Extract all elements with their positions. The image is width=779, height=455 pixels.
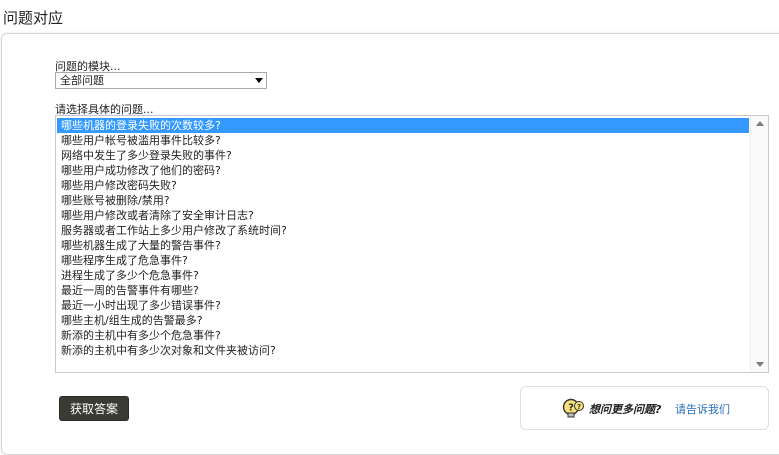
question-option[interactable]: 进程生成了多少个危急事件? [57,268,749,283]
question-list[interactable]: 哪些机器的登录失败的次数较多? 哪些用户帐号被滥用事件比较多? 网络中发生了多少登录… [55,115,769,373]
question-option[interactable]: 新添的主机中有多少次对象和文件夹被访问? [57,343,749,358]
question-option[interactable]: 哪些机器的登录失败的次数较多? [57,118,749,133]
more-questions-box: ? ? 想问更多问题? 请告诉我们 [520,386,769,430]
question-option[interactable]: 新添的主机中有多少个危急事件? [57,328,749,343]
module-select[interactable]: 全部问题 [55,72,267,89]
chevron-down-icon[interactable] [255,78,263,83]
question-option[interactable]: 最近一小时出现了多少错误事件? [57,298,749,313]
tell-us-link[interactable]: 请告诉我们 [675,401,730,417]
question-option[interactable]: 哪些用户修改密码失败? [57,178,749,193]
question-option[interactable]: 最近一周的告警事件有哪些? [57,283,749,298]
page-title: 问题对应 [3,9,64,27]
question-option[interactable]: 服务器或者工作站上多少用户修改了系统时间? [57,223,749,238]
question-items: 哪些机器的登录失败的次数较多? 哪些用户帐号被滥用事件比较多? 网络中发生了多少登录… [57,118,749,358]
module-select-value: 全部问题 [60,74,104,87]
question-option[interactable]: 哪些主机/组生成的告警最多? [57,313,749,328]
svg-text:?: ? [577,403,581,411]
svg-text:?: ? [568,403,574,414]
question-option[interactable]: 网络中发生了多少登录失败的事件? [57,148,749,163]
more-questions-text: 想问更多问题? [589,403,662,416]
scrollbar[interactable] [750,116,768,372]
question-option[interactable]: 哪些程序生成了危急事件? [57,253,749,268]
question-option[interactable]: 哪些用户成功修改了他们的密码? [57,163,749,178]
scroll-up-icon[interactable] [756,121,764,126]
get-answer-button[interactable]: 获取答案 [59,396,129,421]
question-option[interactable]: 哪些机器生成了大量的警告事件? [57,238,749,253]
scroll-down-icon[interactable] [756,362,764,367]
question-option[interactable]: 哪些账号被删除/禁用? [57,193,749,208]
question-option[interactable]: 哪些用户帐号被滥用事件比较多? [57,133,749,148]
question-bulb-icon: ? ? [562,398,584,418]
question-option[interactable]: 哪些用户修改或者清除了安全审计日志? [57,208,749,223]
